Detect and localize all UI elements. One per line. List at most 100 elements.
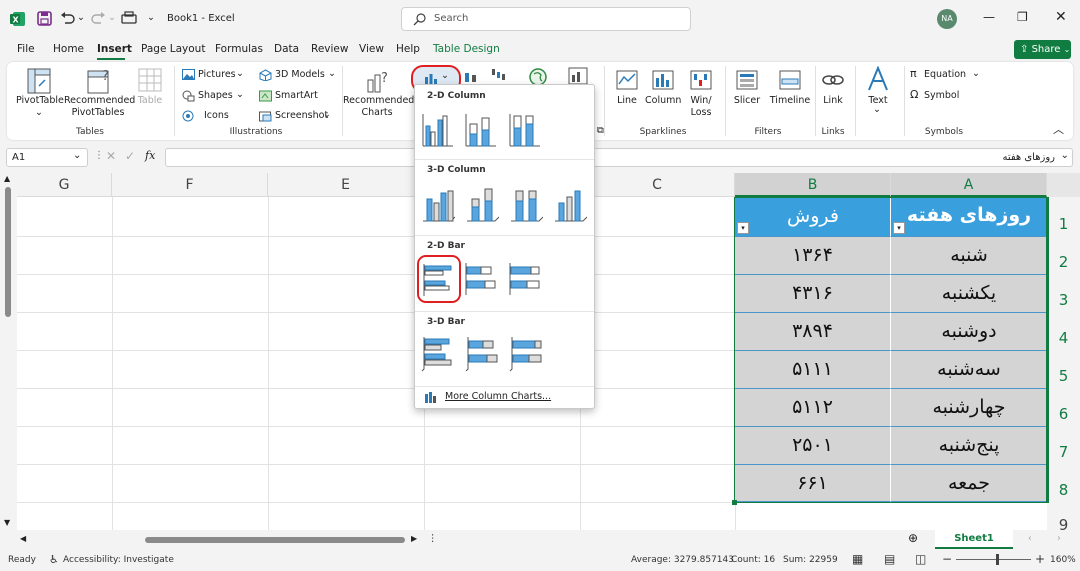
screenshot-button[interactable]: Screenshot xyxy=(275,110,328,122)
sparkline-line-label[interactable]: Line xyxy=(612,95,642,107)
page-break-view-icon[interactable]: ◫ xyxy=(915,552,926,566)
scroll-down-icon[interactable]: ▼ xyxy=(4,518,10,527)
3d-clustered-bar-icon[interactable] xyxy=(420,335,456,373)
text-icon[interactable] xyxy=(867,66,889,92)
3d-stacked-column-icon[interactable] xyxy=(465,185,499,223)
confirm-entry-icon[interactable]: ✓ xyxy=(125,149,135,163)
zoom-slider[interactable] xyxy=(956,559,1031,560)
charts-launcher-icon[interactable]: ⧉ xyxy=(597,125,604,136)
text-dropdown-icon[interactable]: ⌄ xyxy=(873,104,881,116)
3d-models-dropdown-icon[interactable]: ⌄ xyxy=(328,68,336,80)
page-layout-view-icon[interactable]: ▤ xyxy=(884,552,895,566)
waterfall-chart-icon[interactable] xyxy=(491,67,505,81)
more-column-charts-link[interactable]: More Column Charts... xyxy=(445,391,551,402)
sheet-scroll-right-icon[interactable]: › xyxy=(1057,533,1061,544)
accessibility-status[interactable]: Accessibility: Investigate xyxy=(63,555,174,565)
collapse-ribbon-icon[interactable]: ︿ xyxy=(1053,124,1064,136)
scroll-left-icon[interactable]: ◀ xyxy=(20,534,26,543)
redo-dropdown-icon[interactable]: ⌄ xyxy=(108,12,116,23)
save-icon[interactable] xyxy=(37,11,52,26)
pictures-button[interactable]: Pictures xyxy=(198,69,236,81)
close-icon[interactable]: ✕ xyxy=(1055,9,1067,25)
column-header-a[interactable]: A xyxy=(891,173,1047,197)
pivottable-dropdown-icon[interactable]: ⌄ xyxy=(35,107,43,119)
tab-data[interactable]: Data xyxy=(274,43,299,55)
pivottable-label[interactable]: PivotTable xyxy=(16,95,64,107)
combo-chart-icon[interactable] xyxy=(464,69,478,83)
3d-100-stacked-bar-icon[interactable] xyxy=(508,335,544,373)
scroll-up-icon[interactable]: ▲ xyxy=(4,174,10,183)
pictures-dropdown-icon[interactable]: ⌄ xyxy=(236,68,244,80)
row-header[interactable]: 4 xyxy=(1047,329,1080,347)
stacked-column-icon[interactable] xyxy=(464,112,498,148)
tab-home[interactable]: Home xyxy=(53,43,84,55)
clustered-bar-option[interactable] xyxy=(417,255,461,303)
recommended-charts-label[interactable]: Recommended Charts xyxy=(343,95,414,119)
3d-column-icon[interactable] xyxy=(553,185,587,223)
status-average[interactable]: Average: 3279.857143 xyxy=(631,555,734,565)
scroll-right-icon[interactable]: ▶ xyxy=(411,534,417,543)
redo-icon[interactable] xyxy=(91,11,106,25)
symbol-button[interactable]: Symbol xyxy=(924,90,959,102)
undo-dropdown-icon[interactable]: ⌄ xyxy=(77,12,85,23)
zoom-slider-thumb[interactable] xyxy=(996,554,999,565)
table-label[interactable]: Table xyxy=(134,95,166,107)
tab-insert[interactable]: Insert xyxy=(97,43,132,55)
column-header-e[interactable]: E xyxy=(268,173,424,197)
3d-100-stacked-column-icon[interactable] xyxy=(509,185,543,223)
horizontal-scroll-thumb[interactable] xyxy=(145,537,405,543)
zoom-level[interactable]: 160% xyxy=(1050,555,1076,565)
expand-formula-icon[interactable]: ⌄ xyxy=(1061,150,1069,161)
100-stacked-column-icon[interactable] xyxy=(508,112,542,148)
sheet-scroll-left-icon[interactable]: ‹ xyxy=(1028,533,1032,544)
3d-clustered-column-icon[interactable] xyxy=(421,185,455,223)
stacked-bar-icon[interactable] xyxy=(464,261,498,297)
shapes-button[interactable]: Shapes xyxy=(198,90,233,102)
normal-view-icon[interactable]: ▦ xyxy=(852,552,863,566)
3d-models-button[interactable]: 3D Models xyxy=(275,69,325,81)
tab-view[interactable]: View xyxy=(359,43,384,55)
column-header-c[interactable]: C xyxy=(580,173,735,197)
row-header[interactable]: 6 xyxy=(1047,405,1080,423)
link-label[interactable]: Link xyxy=(819,95,847,107)
column-header-g[interactable]: G xyxy=(17,173,112,197)
icons-button[interactable]: Icons xyxy=(204,110,229,122)
tab-file[interactable]: File xyxy=(17,43,35,55)
smartart-button[interactable]: SmartArt xyxy=(275,90,318,102)
clustered-column-icon[interactable] xyxy=(421,112,455,148)
pivotchart-icon[interactable] xyxy=(568,67,588,85)
user-avatar[interactable]: NA xyxy=(937,9,957,29)
row-header[interactable]: 5 xyxy=(1047,367,1080,385)
row-header[interactable]: 2 xyxy=(1047,253,1080,271)
recommended-charts-icon[interactable]: ? xyxy=(366,68,392,94)
cancel-entry-icon[interactable]: ✕ xyxy=(106,149,116,163)
row-header[interactable]: 7 xyxy=(1047,443,1080,461)
status-sum[interactable]: Sum: 22959 xyxy=(783,555,838,565)
timeline-icon[interactable] xyxy=(779,70,801,90)
100-stacked-bar-icon[interactable] xyxy=(508,261,542,297)
sparkline-column-label[interactable]: Column xyxy=(645,95,681,107)
timeline-label[interactable]: Timeline xyxy=(769,95,811,107)
column-header-f[interactable]: F xyxy=(112,173,268,197)
name-box[interactable]: A1 ⌄ xyxy=(6,148,88,167)
insert-function-icon[interactable]: fx xyxy=(145,149,155,162)
tab-review[interactable]: Review xyxy=(311,43,348,55)
tab-formulas[interactable]: Formulas xyxy=(215,43,263,55)
equation-dropdown-icon[interactable]: ⌄ xyxy=(972,68,980,80)
table-icon[interactable] xyxy=(138,68,162,92)
equation-button[interactable]: Equation xyxy=(924,69,966,81)
customize-qat-icon[interactable]: ⌄ xyxy=(147,12,155,23)
recommended-pivottables-label[interactable]: Recommended PivotTables xyxy=(64,95,135,119)
row-header[interactable]: 3 xyxy=(1047,291,1080,309)
fill-handle[interactable] xyxy=(732,500,737,505)
scroll-thumb[interactable] xyxy=(5,187,11,317)
link-icon[interactable] xyxy=(822,70,844,90)
row-header[interactable]: 8 xyxy=(1047,481,1080,499)
screenshot-dropdown-icon[interactable]: ⌄ xyxy=(323,109,331,121)
sparkline-winloss-label[interactable]: Win/ Loss xyxy=(687,95,715,119)
recommended-pivottables-icon[interactable]: ? xyxy=(87,68,113,94)
row-header[interactable]: 1 xyxy=(1047,215,1080,233)
3d-stacked-bar-icon[interactable] xyxy=(464,335,500,373)
shapes-dropdown-icon[interactable]: ⌄ xyxy=(236,89,244,101)
minimize-icon[interactable]: — xyxy=(983,10,995,24)
